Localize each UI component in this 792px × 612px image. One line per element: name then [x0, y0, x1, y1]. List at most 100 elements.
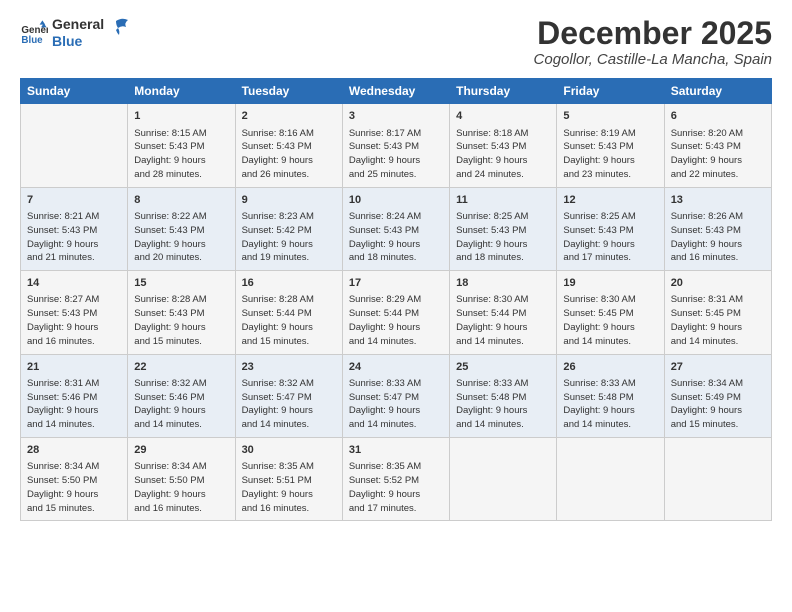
calendar-cell [450, 438, 557, 521]
calendar-cell: 7 Sunrise: 8:21 AM Sunset: 5:43 PM Daylig… [21, 187, 128, 270]
day-number: 19 [563, 276, 657, 291]
weekday-header-tuesday: Tuesday [235, 79, 342, 104]
day-info: Sunrise: 8:31 AM Sunset: 5:45 PM Dayligh… [671, 293, 765, 348]
day-info: Sunrise: 8:31 AM Sunset: 5:46 PM Dayligh… [27, 377, 121, 432]
weekday-header-wednesday: Wednesday [342, 79, 449, 104]
calendar-cell: 20 Sunrise: 8:31 AM Sunset: 5:45 PM Dayli… [664, 271, 771, 354]
day-info: Sunrise: 8:30 AM Sunset: 5:44 PM Dayligh… [456, 293, 550, 348]
day-info: Sunrise: 8:18 AM Sunset: 5:43 PM Dayligh… [456, 127, 550, 182]
calendar-cell [21, 104, 128, 187]
weekday-header-saturday: Saturday [664, 79, 771, 104]
calendar-cell: 12Sunrise: 8:25 AM Sunset: 5:43 PM Dayli… [557, 187, 664, 270]
day-number: 17 [349, 276, 443, 291]
day-number: 28 [27, 443, 121, 458]
svg-text:Blue: Blue [21, 35, 43, 46]
calendar-cell [664, 438, 771, 521]
day-info: Sunrise: 8:29 AM Sunset: 5:44 PM Dayligh… [349, 293, 443, 348]
day-number: 25 [456, 360, 550, 375]
calendar-cell: 5 Sunrise: 8:19 AM Sunset: 5:43 PM Daylig… [557, 104, 664, 187]
day-number: 2 [242, 109, 336, 124]
calendar-cell: 13Sunrise: 8:26 AM Sunset: 5:43 PM Dayli… [664, 187, 771, 270]
day-info: Sunrise: 8:32 AM Sunset: 5:47 PM Dayligh… [242, 377, 336, 432]
day-number: 16 [242, 276, 336, 291]
calendar-cell: 29 Sunrise: 8:34 AM Sunset: 5:50 PM Dayli… [128, 438, 235, 521]
calendar-cell: 22Sunrise: 8:32 AM Sunset: 5:46 PM Dayli… [128, 354, 235, 437]
day-info: Sunrise: 8:35 AM Sunset: 5:52 PM Dayligh… [349, 460, 443, 515]
calendar-week-row: 14 Sunrise: 8:27 AM Sunset: 5:43 PM Dayli… [21, 271, 772, 354]
day-number: 10 [349, 193, 443, 208]
calendar-cell: 24 Sunrise: 8:33 AM Sunset: 5:47 PM Dayli… [342, 354, 449, 437]
day-number: 6 [671, 109, 765, 124]
logo-bird-icon [108, 15, 130, 41]
day-info: Sunrise: 8:28 AM Sunset: 5:44 PM Dayligh… [242, 293, 336, 348]
day-info: Sunrise: 8:32 AM Sunset: 5:46 PM Dayligh… [134, 377, 228, 432]
calendar-cell: 14 Sunrise: 8:27 AM Sunset: 5:43 PM Dayli… [21, 271, 128, 354]
calendar-cell: 2 Sunrise: 8:16 AM Sunset: 5:43 PM Daylig… [235, 104, 342, 187]
day-info: Sunrise: 8:28 AM Sunset: 5:43 PM Dayligh… [134, 293, 228, 348]
calendar-cell: 1 Sunrise: 8:15 AM Sunset: 5:43 PM Daylig… [128, 104, 235, 187]
day-info: Sunrise: 8:34 AM Sunset: 5:50 PM Dayligh… [134, 460, 228, 515]
calendar-cell: 27Sunrise: 8:34 AM Sunset: 5:49 PM Dayli… [664, 354, 771, 437]
day-number: 12 [563, 193, 657, 208]
day-info: Sunrise: 8:27 AM Sunset: 5:43 PM Dayligh… [27, 293, 121, 348]
page-subtitle: Cogollor, Castille-La Mancha, Spain [534, 51, 772, 68]
weekday-header-friday: Friday [557, 79, 664, 104]
calendar-cell: 6 Sunrise: 8:20 AM Sunset: 5:43 PM Daylig… [664, 104, 771, 187]
day-info: Sunrise: 8:22 AM Sunset: 5:43 PM Dayligh… [134, 210, 228, 265]
logo-general: General [52, 16, 104, 33]
calendar-week-row: 7 Sunrise: 8:21 AM Sunset: 5:43 PM Daylig… [21, 187, 772, 270]
day-info: Sunrise: 8:20 AM Sunset: 5:43 PM Dayligh… [671, 127, 765, 182]
day-info: Sunrise: 8:26 AM Sunset: 5:43 PM Dayligh… [671, 210, 765, 265]
day-number: 29 [134, 443, 228, 458]
day-number: 27 [671, 360, 765, 375]
day-number: 23 [242, 360, 336, 375]
calendar-cell: 3 Sunrise: 8:17 AM Sunset: 5:43 PM Daylig… [342, 104, 449, 187]
day-info: Sunrise: 8:33 AM Sunset: 5:48 PM Dayligh… [456, 377, 550, 432]
weekday-header-thursday: Thursday [450, 79, 557, 104]
page-title: December 2025 [534, 16, 772, 51]
calendar-cell: 17 Sunrise: 8:29 AM Sunset: 5:44 PM Dayli… [342, 271, 449, 354]
day-number: 26 [563, 360, 657, 375]
day-info: Sunrise: 8:25 AM Sunset: 5:43 PM Dayligh… [456, 210, 550, 265]
day-number: 20 [671, 276, 765, 291]
day-number: 18 [456, 276, 550, 291]
calendar-cell: 10 Sunrise: 8:24 AM Sunset: 5:43 PM Dayli… [342, 187, 449, 270]
day-info: Sunrise: 8:15 AM Sunset: 5:43 PM Dayligh… [134, 127, 228, 182]
day-info: Sunrise: 8:33 AM Sunset: 5:48 PM Dayligh… [563, 377, 657, 432]
day-number: 24 [349, 360, 443, 375]
day-number: 3 [349, 109, 443, 124]
logo-blue: Blue [52, 33, 104, 50]
day-info: Sunrise: 8:24 AM Sunset: 5:43 PM Dayligh… [349, 210, 443, 265]
calendar-cell: 8Sunrise: 8:22 AM Sunset: 5:43 PM Daylig… [128, 187, 235, 270]
calendar-cell: 23 Sunrise: 8:32 AM Sunset: 5:47 PM Dayli… [235, 354, 342, 437]
calendar-cell: 18 Sunrise: 8:30 AM Sunset: 5:44 PM Dayli… [450, 271, 557, 354]
calendar-cell [557, 438, 664, 521]
calendar-table: SundayMondayTuesdayWednesdayThursdayFrid… [20, 78, 772, 521]
day-number: 14 [27, 276, 121, 291]
day-number: 11 [456, 193, 550, 208]
day-info: Sunrise: 8:17 AM Sunset: 5:43 PM Dayligh… [349, 127, 443, 182]
day-info: Sunrise: 8:34 AM Sunset: 5:50 PM Dayligh… [27, 460, 121, 515]
day-number: 31 [349, 443, 443, 458]
calendar-cell: 28 Sunrise: 8:34 AM Sunset: 5:50 PM Dayli… [21, 438, 128, 521]
calendar-cell: 25 Sunrise: 8:33 AM Sunset: 5:48 PM Dayli… [450, 354, 557, 437]
day-number: 1 [134, 109, 228, 124]
calendar-cell: 26 Sunrise: 8:33 AM Sunset: 5:48 PM Dayli… [557, 354, 664, 437]
calendar-cell: 4Sunrise: 8:18 AM Sunset: 5:43 PM Daylig… [450, 104, 557, 187]
day-info: Sunrise: 8:23 AM Sunset: 5:42 PM Dayligh… [242, 210, 336, 265]
day-number: 5 [563, 109, 657, 124]
day-number: 15 [134, 276, 228, 291]
calendar-cell: 31 Sunrise: 8:35 AM Sunset: 5:52 PM Dayli… [342, 438, 449, 521]
day-info: Sunrise: 8:33 AM Sunset: 5:47 PM Dayligh… [349, 377, 443, 432]
day-info: Sunrise: 8:21 AM Sunset: 5:43 PM Dayligh… [27, 210, 121, 265]
day-number: 7 [27, 193, 121, 208]
calendar-cell: 15 Sunrise: 8:28 AM Sunset: 5:43 PM Dayli… [128, 271, 235, 354]
day-info: Sunrise: 8:30 AM Sunset: 5:45 PM Dayligh… [563, 293, 657, 348]
weekday-header-sunday: Sunday [21, 79, 128, 104]
day-info: Sunrise: 8:35 AM Sunset: 5:51 PM Dayligh… [242, 460, 336, 515]
calendar-cell: 16 Sunrise: 8:28 AM Sunset: 5:44 PM Dayli… [235, 271, 342, 354]
day-number: 30 [242, 443, 336, 458]
day-info: Sunrise: 8:16 AM Sunset: 5:43 PM Dayligh… [242, 127, 336, 182]
day-info: Sunrise: 8:19 AM Sunset: 5:43 PM Dayligh… [563, 127, 657, 182]
calendar-week-row: 1 Sunrise: 8:15 AM Sunset: 5:43 PM Daylig… [21, 104, 772, 187]
